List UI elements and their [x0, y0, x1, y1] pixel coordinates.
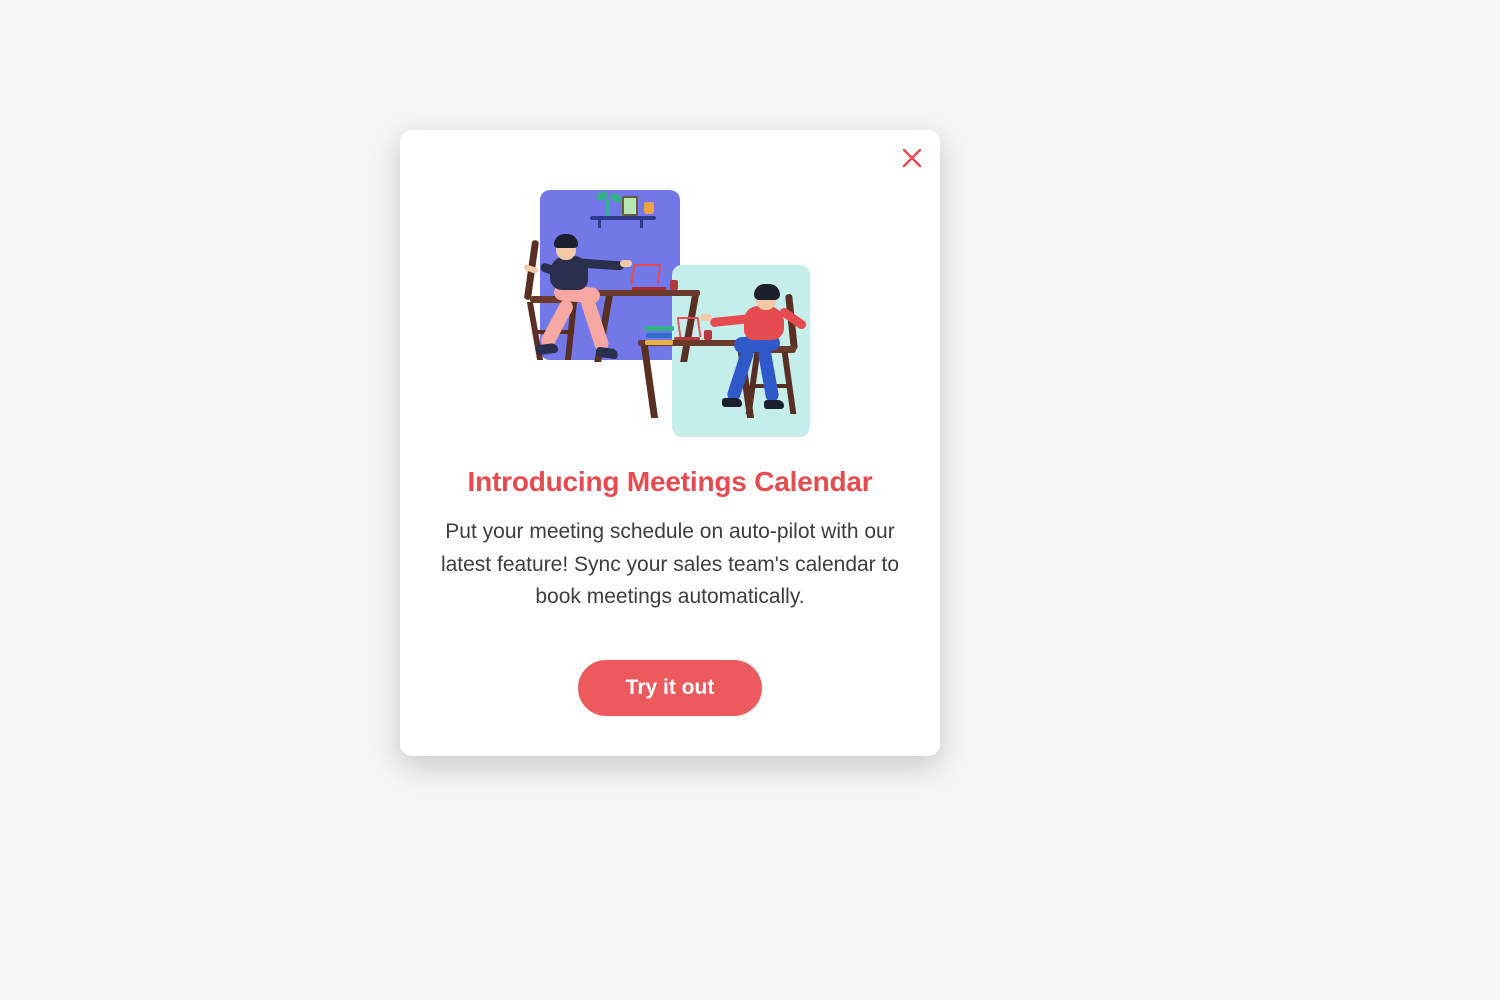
close-icon [902, 148, 922, 168]
modal-title: Introducing Meetings Calendar [468, 466, 873, 498]
meetings-illustration [530, 190, 810, 440]
try-it-out-button[interactable]: Try it out [578, 660, 763, 716]
close-button[interactable] [898, 144, 926, 172]
feature-announcement-modal: Introducing Meetings Calendar Put your m… [400, 130, 940, 756]
modal-description: Put your meeting schedule on auto-pilot … [440, 516, 900, 614]
